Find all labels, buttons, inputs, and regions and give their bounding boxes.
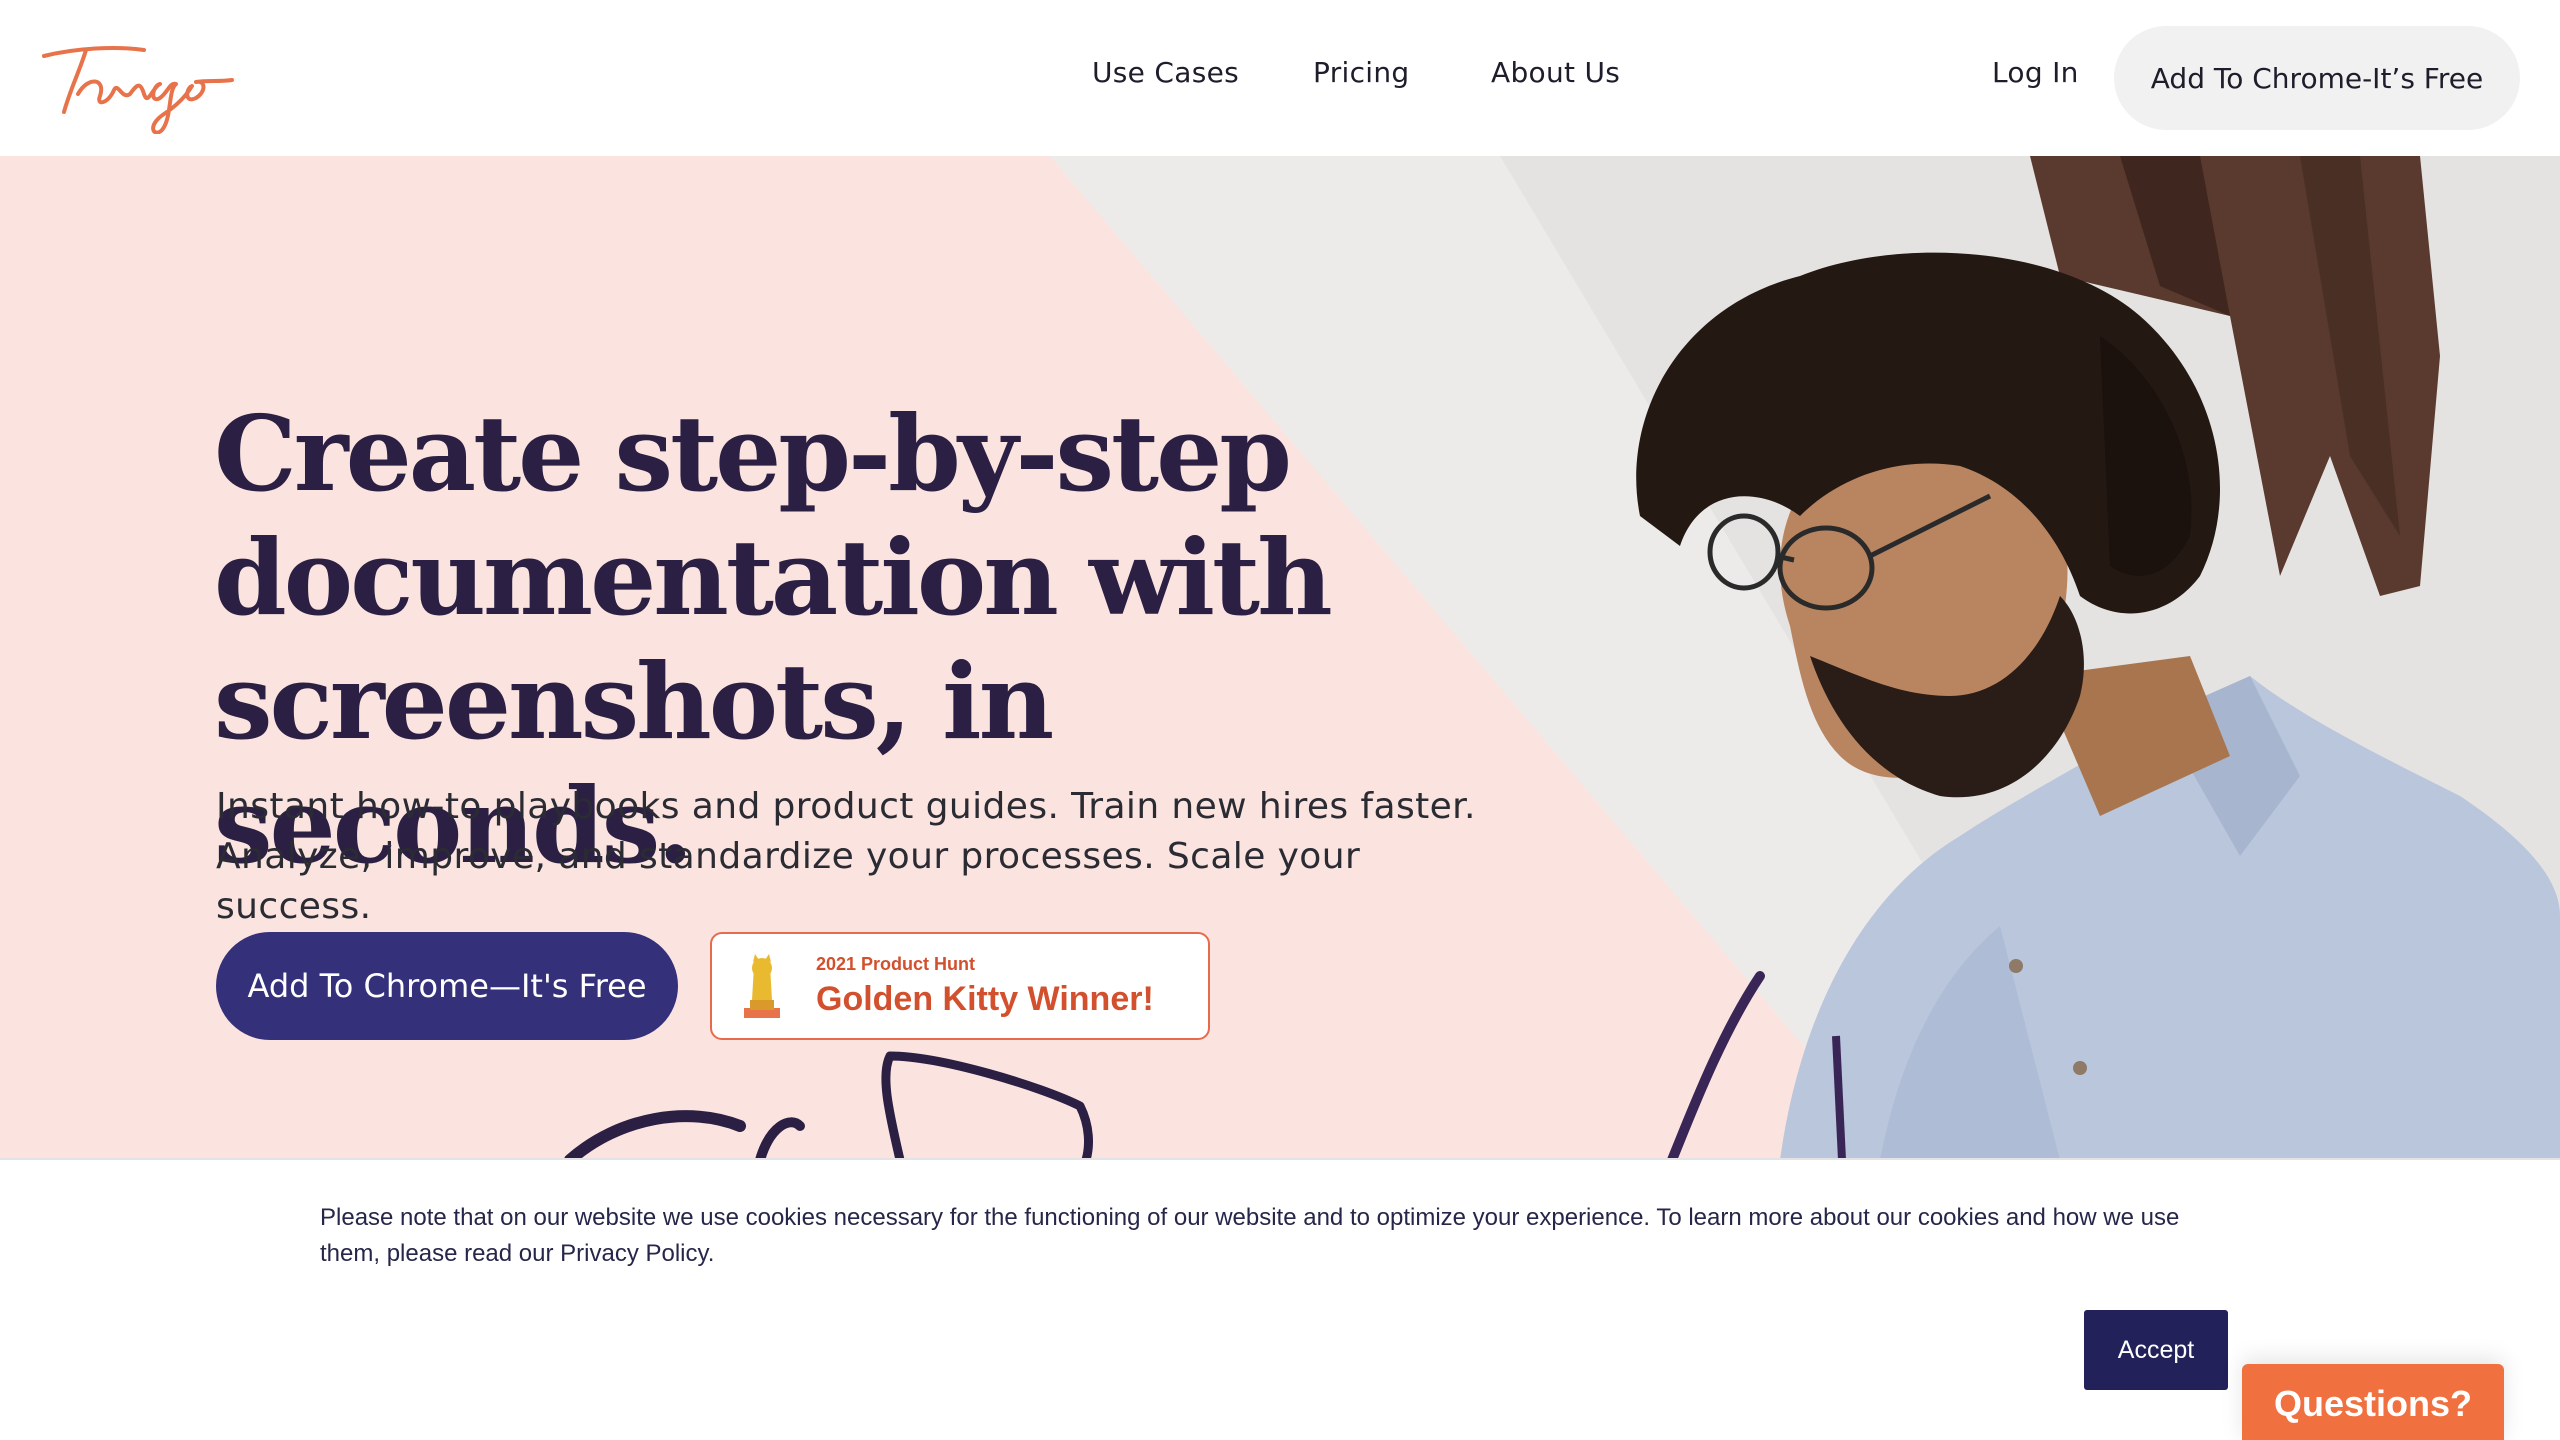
cookie-message-end: . <box>707 1240 715 1267</box>
badge-title: Golden Kitty Winner! <box>816 980 1154 1018</box>
hero-title-line-2: documentation with <box>214 516 1333 639</box>
hero-subtitle-line-2: Analyze, improve, and standardize your p… <box>216 836 1361 927</box>
add-to-chrome-nav-button[interactable]: Add To Chrome-It’s Free <box>2114 26 2520 130</box>
nav-link-pricing[interactable]: Pricing <box>1313 56 1409 89</box>
hero-subtitle-line-1: Instant how-to playbooks and product gui… <box>216 786 1476 827</box>
nav-link-about-us[interactable]: About Us <box>1491 56 1620 89</box>
accept-cookies-button[interactable]: Accept <box>2084 1310 2228 1390</box>
tango-logo[interactable] <box>36 34 236 134</box>
product-hunt-badge[interactable]: 2021 Product Hunt Golden Kitty Winner! <box>710 932 1210 1040</box>
cookie-banner: Please note that on our website we use c… <box>0 1158 2560 1440</box>
login-link[interactable]: Log In <box>1992 56 2079 89</box>
hero-section: Create step-by-step documentation with s… <box>0 156 2560 1160</box>
hero-subtitle: Instant how-to playbooks and product gui… <box>216 782 1476 932</box>
privacy-policy-link[interactable]: Privacy Policy <box>560 1240 708 1267</box>
nav-link-use-cases[interactable]: Use Cases <box>1092 56 1239 89</box>
top-nav: Use Cases Pricing About Us Log In Add To… <box>0 0 2560 156</box>
questions-chat-button[interactable]: Questions? <box>2242 1364 2504 1440</box>
golden-kitty-trophy-icon <box>744 954 780 1018</box>
hero-title-line-1: Create step-by-step <box>214 392 1292 515</box>
badge-subtitle: 2021 Product Hunt <box>816 954 976 974</box>
add-to-chrome-hero-button[interactable]: Add To Chrome—It's Free <box>216 932 678 1040</box>
cookie-notice-text: Please note that on our website we use c… <box>320 1200 2220 1272</box>
